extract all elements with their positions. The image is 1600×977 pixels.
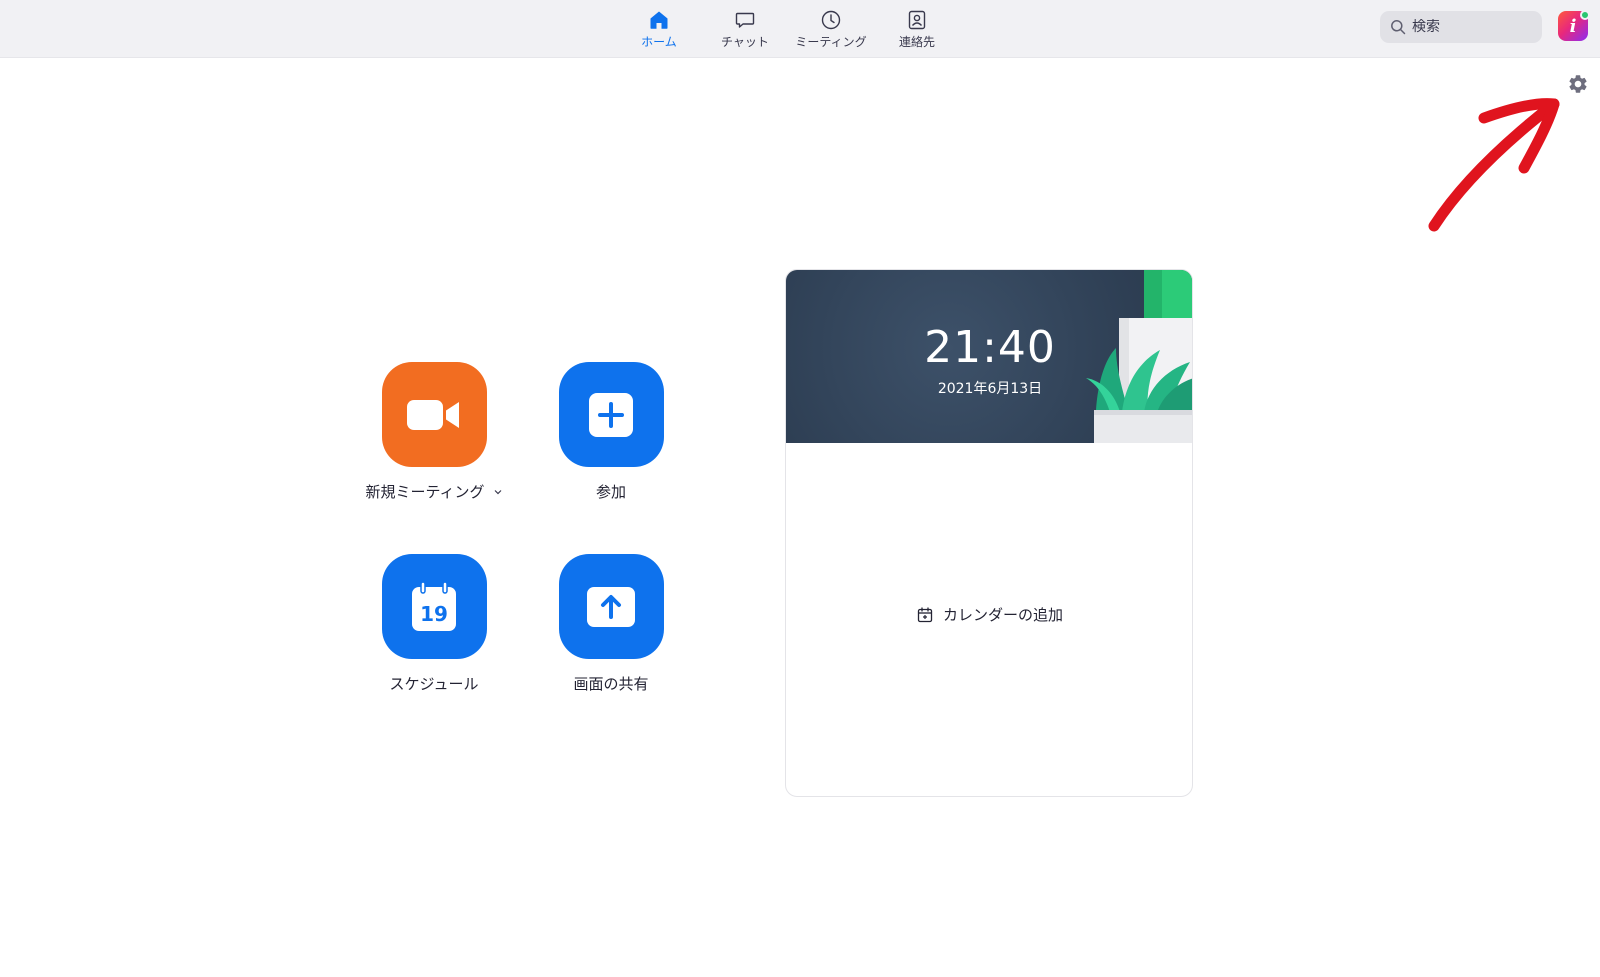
share-screen-button[interactable]	[558, 554, 664, 659]
main-nav: ホーム チャット ミーティング 連絡先	[616, 0, 960, 58]
add-calendar-label: カレンダーの追加	[942, 606, 1063, 624]
clock-icon	[821, 10, 841, 30]
video-camera-icon	[407, 399, 459, 430]
tab-meetings[interactable]: ミーティング	[788, 0, 874, 58]
tab-home-label: ホーム	[641, 35, 677, 49]
calendar-add-icon	[917, 606, 933, 622]
tab-contacts[interactable]: 連絡先	[874, 0, 960, 58]
chat-icon	[735, 12, 755, 28]
schedule-label-row: スケジュール	[390, 673, 479, 694]
tab-chat[interactable]: チャット	[702, 0, 788, 58]
chevron-down-icon[interactable]	[493, 487, 503, 497]
annotation-arrow-icon	[1428, 98, 1560, 232]
join-label: 参加	[595, 483, 626, 501]
clock-time: 21:40	[924, 322, 1056, 373]
calendar-card: 21:40 2021年6月13日 カレンダーの追加	[785, 269, 1193, 797]
gear-icon[interactable]	[1567, 73, 1589, 95]
contacts-icon	[908, 10, 926, 30]
search-input[interactable]	[1412, 19, 1532, 35]
search-box[interactable]	[1380, 11, 1542, 43]
join-label-row: 参加	[596, 481, 626, 502]
new-meeting-button[interactable]	[381, 362, 487, 467]
tab-contacts-label: 連絡先	[898, 35, 935, 49]
calendar-icon: 19	[412, 580, 456, 631]
tab-meetings-label: ミーティング	[795, 35, 867, 49]
online-status-dot	[1580, 10, 1590, 20]
schedule-action: 19 スケジュール	[364, 554, 504, 694]
plus-icon	[589, 392, 633, 437]
top-bar: ホーム チャット ミーティング 連絡先 検索 i	[0, 0, 1600, 58]
add-calendar-link[interactable]: カレンダーの追加	[786, 604, 1192, 625]
home-icon	[650, 11, 668, 29]
tab-chat-label: チャット	[721, 35, 769, 49]
search-icon	[1391, 20, 1406, 35]
schedule-button[interactable]: 19	[381, 554, 487, 659]
new-meeting-action: 新規ミーティング	[364, 362, 504, 502]
upload-arrow-icon	[587, 586, 635, 627]
avatar-initial: i	[1569, 15, 1577, 37]
new-meeting-label: 新規ミーティング	[365, 483, 485, 501]
calendar-day: 19	[420, 602, 448, 626]
join-button[interactable]	[558, 362, 664, 467]
share-screen-label-row: 画面の共有	[573, 673, 648, 694]
share-screen-action: 画面の共有	[541, 554, 681, 694]
tab-home[interactable]: ホーム	[616, 0, 702, 58]
share-screen-label: 画面の共有	[573, 675, 649, 693]
clock-date: 2021年6月13日	[937, 381, 1043, 397]
join-action: 参加	[541, 362, 681, 502]
schedule-label: スケジュール	[389, 675, 479, 693]
new-meeting-label-row: 新規ミーティング	[365, 481, 502, 502]
clock-banner: 21:40 2021年6月13日	[786, 270, 1192, 443]
